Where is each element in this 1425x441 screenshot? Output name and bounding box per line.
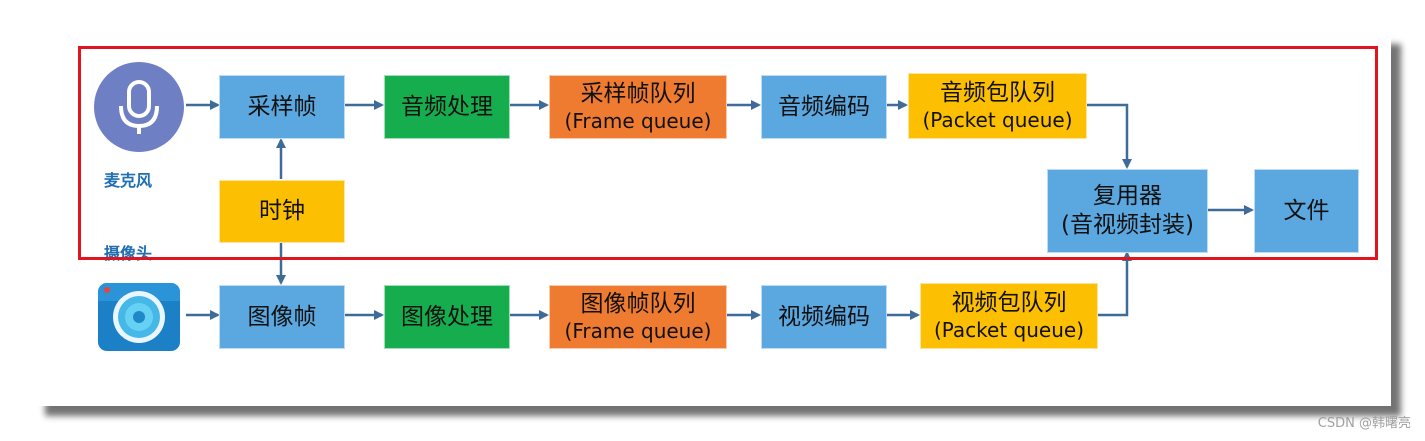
image-frame-queue-subtitle: (Frame queue) [564, 318, 712, 343]
audio-pipeline-highlight-frame [78, 46, 1378, 260]
watermark: CSDN @韩曙亮 [1317, 416, 1411, 431]
image-frame-box: 图像帧 [219, 285, 345, 349]
image-processing-box: 图像处理 [384, 285, 510, 349]
camera-icon [98, 283, 180, 351]
video-packet-queue-subtitle: (Packet queue) [933, 317, 1085, 342]
video-encoding-text: 视频编码 [778, 303, 870, 330]
image-frame-queue-box: 图像帧队列 (Frame queue) [549, 285, 727, 349]
image-processing-text: 图像处理 [401, 303, 493, 330]
video-packet-queue-title: 视频包队列 [951, 290, 1067, 317]
arrow-videopacket-to-muxer [1097, 251, 1132, 317]
video-packet-queue-box: 视频包队列 (Packet queue) [920, 283, 1098, 349]
video-encoding-box: 视频编码 [761, 285, 887, 349]
image-frame-queue-title: 图像帧队列 [580, 291, 696, 318]
image-frame-text: 图像帧 [247, 303, 317, 330]
